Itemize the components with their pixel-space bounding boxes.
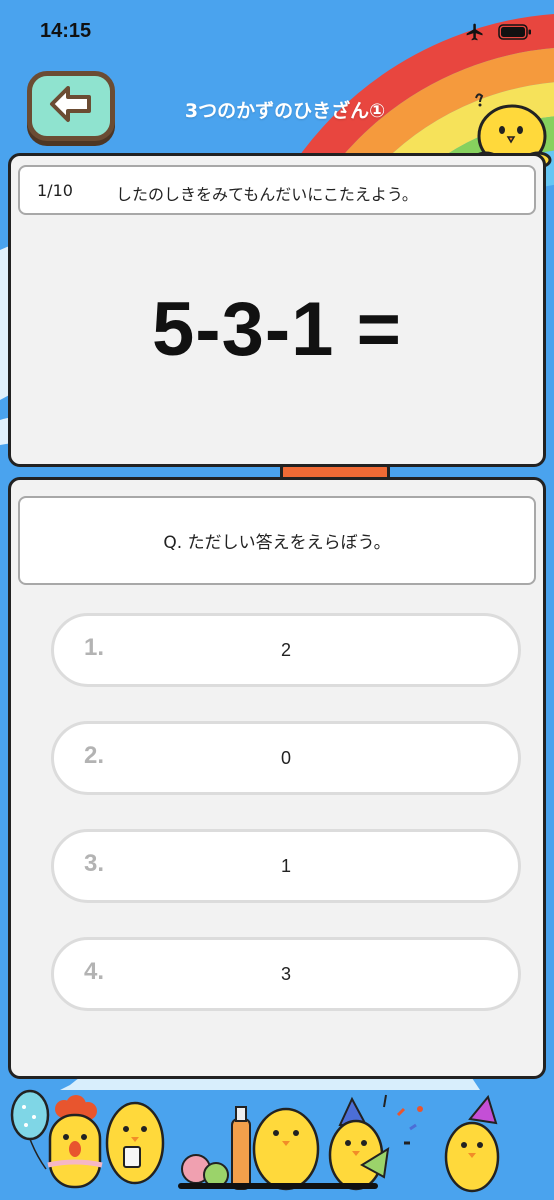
choice-value: 2 bbox=[280, 640, 291, 660]
progress-header: 1/10 したのしきをみてもんだいにこたえよう。 bbox=[18, 165, 536, 215]
back-button[interactable] bbox=[27, 71, 115, 141]
choice-button-2[interactable]: 2. 0 bbox=[51, 721, 521, 795]
app-screen: 14:15 3つのかずのひきざん① 1/10 したのしきをみてもんだいにこたえよ… bbox=[0, 0, 554, 1200]
battery-icon bbox=[498, 23, 532, 45]
status-bar: 14:15 bbox=[0, 0, 554, 64]
status-icons bbox=[464, 22, 532, 46]
answer-card: Q. ただしい答えをえらぼう。 1. 2 2. 0 3. 1 4. 3 bbox=[8, 477, 546, 1079]
airplane-icon bbox=[464, 22, 486, 46]
progress-count: 1/10 bbox=[37, 181, 73, 200]
equation: 5-3-1 = bbox=[152, 287, 402, 372]
choice-value: 3 bbox=[280, 964, 291, 984]
choice-button-4[interactable]: 4. 3 bbox=[51, 937, 521, 1011]
page-title: 3つのかずのひきざん① bbox=[184, 100, 386, 122]
problem-card: 1/10 したのしきをみてもんだいにこたえよう。 5-3-1 = bbox=[8, 153, 546, 467]
choice-button-1[interactable]: 1. 2 bbox=[51, 613, 521, 687]
arrow-left-icon bbox=[48, 84, 94, 128]
choice-value: 1 bbox=[280, 856, 291, 876]
question-text: Q. ただしい答えをえらぼう。 bbox=[18, 496, 536, 585]
choice-value: 0 bbox=[280, 748, 291, 768]
home-indicator[interactable] bbox=[178, 1183, 378, 1189]
status-time: 14:15 bbox=[40, 20, 92, 42]
instruction-text: したのしきをみてもんだいにこたえよう。 bbox=[116, 185, 418, 204]
choice-button-3[interactable]: 3. 1 bbox=[51, 829, 521, 903]
